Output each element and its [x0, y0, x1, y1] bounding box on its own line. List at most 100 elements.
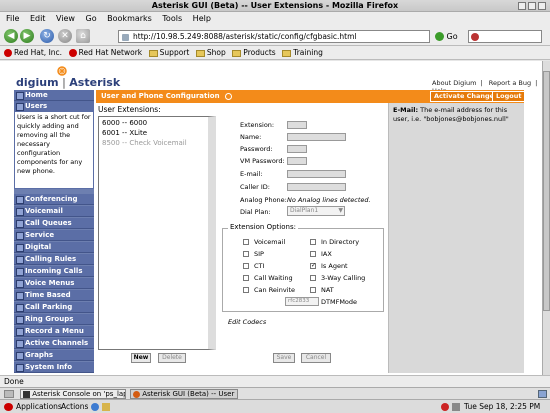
- iax-checkbox[interactable]: [310, 251, 316, 257]
- sidebar-item-voicemail[interactable]: Voicemail: [14, 206, 94, 217]
- reload-icon[interactable]: ↻: [40, 29, 54, 43]
- can-reinvite-checkbox[interactable]: [243, 287, 249, 293]
- bookmark-support[interactable]: Support: [148, 46, 189, 60]
- home-icon[interactable]: ⌂: [76, 29, 90, 43]
- go-button[interactable]: Go: [435, 30, 458, 43]
- name-label: Name:: [240, 133, 262, 141]
- sidebar-item-service-providers[interactable]: Service Providers: [14, 230, 94, 250]
- menu-file[interactable]: File: [6, 12, 19, 26]
- cancel-button[interactable]: Cancel: [301, 353, 331, 363]
- help-panel: E-Mail: The e-mail address for this user…: [388, 103, 524, 373]
- sidebar-item-conferencing[interactable]: Conferencing: [14, 194, 94, 205]
- sidebar-item-time-based-rules[interactable]: Time Based Rules: [14, 290, 94, 310]
- navigation-toolbar: ◀ ▶ ↻ ✕ ⌂ http://10.98.5.249:8088/asteri…: [0, 26, 550, 46]
- menu-go[interactable]: Go: [86, 12, 97, 26]
- workspace-switcher-icon[interactable]: [538, 390, 547, 398]
- save-button[interactable]: Save: [273, 353, 295, 363]
- applications-menu[interactable]: Applications: [16, 400, 62, 413]
- voicemail-checkbox[interactable]: [243, 239, 249, 245]
- dtmf-mode-select[interactable]: rfc2833: [285, 297, 319, 306]
- in-directory-checkbox[interactable]: [310, 239, 316, 245]
- bookmark-redhat[interactable]: Red Hat, Inc.: [4, 46, 62, 60]
- is-agent-checkbox[interactable]: ✓: [310, 263, 316, 269]
- cti-label: CTI: [254, 262, 265, 270]
- extensions-list[interactable]: 6000 -- 6000 6001 -- XLite 8500 -- Check…: [98, 116, 216, 350]
- taskbar-firefox[interactable]: Asterisk GUI (Beta) -- User Ex: [130, 389, 238, 399]
- vm-password-input[interactable]: [287, 157, 307, 165]
- refresh-icon[interactable]: [225, 92, 232, 100]
- email-label: E-mail:: [240, 170, 263, 178]
- folder-icon: [282, 49, 292, 57]
- logout-button[interactable]: Logout: [492, 91, 526, 102]
- users-description: Users is a short cut for quickly adding …: [14, 111, 94, 189]
- bookmarks-toolbar: Red Hat, Inc. Red Hat Network Support Sh…: [0, 46, 550, 60]
- menu-bookmarks[interactable]: Bookmarks: [107, 12, 152, 26]
- bookmark-training[interactable]: Training: [282, 46, 323, 60]
- url-bar[interactable]: http://10.98.5.249:8088/asterisk/static/…: [118, 30, 430, 43]
- email-input[interactable]: [287, 170, 346, 178]
- maximize-icon[interactable]: [528, 2, 536, 10]
- menu-help[interactable]: Help: [193, 12, 211, 26]
- forward-icon[interactable]: ▶: [20, 29, 34, 43]
- password-input[interactable]: [287, 145, 307, 153]
- search-input[interactable]: [468, 30, 542, 43]
- mail-launcher-icon[interactable]: [102, 403, 110, 411]
- redhat-menu-icon[interactable]: [4, 403, 13, 411]
- extension-item[interactable]: 6001 -- XLite: [102, 129, 147, 137]
- sip-label: SIP: [254, 250, 264, 258]
- stop-icon[interactable]: ✕: [58, 29, 72, 43]
- update-notifier-icon[interactable]: [441, 403, 449, 411]
- report-bug-link[interactable]: Report a Bug: [489, 79, 531, 87]
- dialplan-label: Dial Plan:: [240, 208, 271, 216]
- browser-launcher-icon[interactable]: [91, 403, 99, 411]
- bookmark-shop[interactable]: Shop: [195, 46, 226, 60]
- edit-codecs-link[interactable]: Edit Codecs: [228, 318, 266, 326]
- sidebar-item-record-menu[interactable]: Record a Menu: [14, 326, 94, 337]
- nat-checkbox[interactable]: [310, 287, 316, 293]
- extension-item-disabled: 8500 -- Check Voicemail: [102, 139, 187, 147]
- show-desktop-icon[interactable]: [4, 390, 14, 398]
- volume-icon[interactable]: [452, 403, 460, 411]
- sidebar-item-call-parking[interactable]: Call Parking: [14, 302, 94, 313]
- callerid-input[interactable]: [287, 183, 346, 191]
- minimize-icon[interactable]: [518, 2, 526, 10]
- name-input[interactable]: [287, 133, 346, 141]
- scrollbar-thumb[interactable]: [543, 71, 550, 311]
- sidebar-item-home[interactable]: Home: [14, 90, 94, 101]
- menu-tools[interactable]: Tools: [162, 12, 182, 26]
- bookmark-rhn[interactable]: Red Hat Network: [68, 46, 142, 60]
- bookmark-products[interactable]: Products: [232, 46, 276, 60]
- menu-view[interactable]: View: [56, 12, 75, 26]
- sidebar-item-digital-config[interactable]: Digital Config(beta): [14, 242, 94, 262]
- sidebar-item-graphs[interactable]: Graphs: [14, 350, 94, 361]
- sidebar-item-ring-groups[interactable]: Ring Groups: [14, 314, 94, 325]
- sidebar-item-calling-rules[interactable]: Calling Rules: [14, 254, 94, 265]
- sidebar-item-voice-menus[interactable]: Voice Menus: [14, 278, 94, 289]
- sidebar-item-system-info[interactable]: System Info: [14, 362, 94, 373]
- taskbar: Asterisk Console on 'ps_laptop' Asterisk…: [0, 387, 550, 399]
- extension-options-legend: Extension Options:: [228, 223, 298, 231]
- close-icon[interactable]: [538, 2, 546, 10]
- three-way-calling-checkbox[interactable]: [310, 275, 316, 281]
- extensions-label: User Extensions:: [98, 105, 161, 114]
- cti-checkbox[interactable]: [243, 263, 249, 269]
- sidebar-item-active-channels[interactable]: Active Channels: [14, 338, 94, 349]
- sip-checkbox[interactable]: [243, 251, 249, 257]
- new-button[interactable]: New: [131, 353, 151, 363]
- taskbar-console[interactable]: Asterisk Console on 'ps_laptop': [20, 389, 126, 399]
- delete-button[interactable]: Delete: [158, 353, 186, 363]
- back-icon[interactable]: ◀: [4, 29, 18, 43]
- dialplan-select[interactable]: DialPlan1 ▼: [287, 206, 345, 216]
- can-reinvite-label: Can Reinvite: [254, 286, 296, 294]
- actions-menu[interactable]: Actions: [61, 400, 88, 413]
- dialplan-value: DialPlan1: [290, 207, 319, 214]
- call-waiting-checkbox[interactable]: [243, 275, 249, 281]
- sidebar-item-call-queues[interactable]: Call Queues: [14, 218, 94, 229]
- menu-edit[interactable]: Edit: [30, 12, 46, 26]
- clock[interactable]: Tue Sep 18, 2:25 PM: [464, 400, 540, 413]
- sidebar-item-incoming-calls[interactable]: Incoming Calls: [14, 266, 94, 277]
- about-digium-link[interactable]: About Digium: [432, 79, 476, 87]
- extension-input[interactable]: [287, 121, 307, 129]
- extension-item[interactable]: 6000 -- 6000: [102, 119, 147, 127]
- page-scrollbar[interactable]: [542, 61, 550, 375]
